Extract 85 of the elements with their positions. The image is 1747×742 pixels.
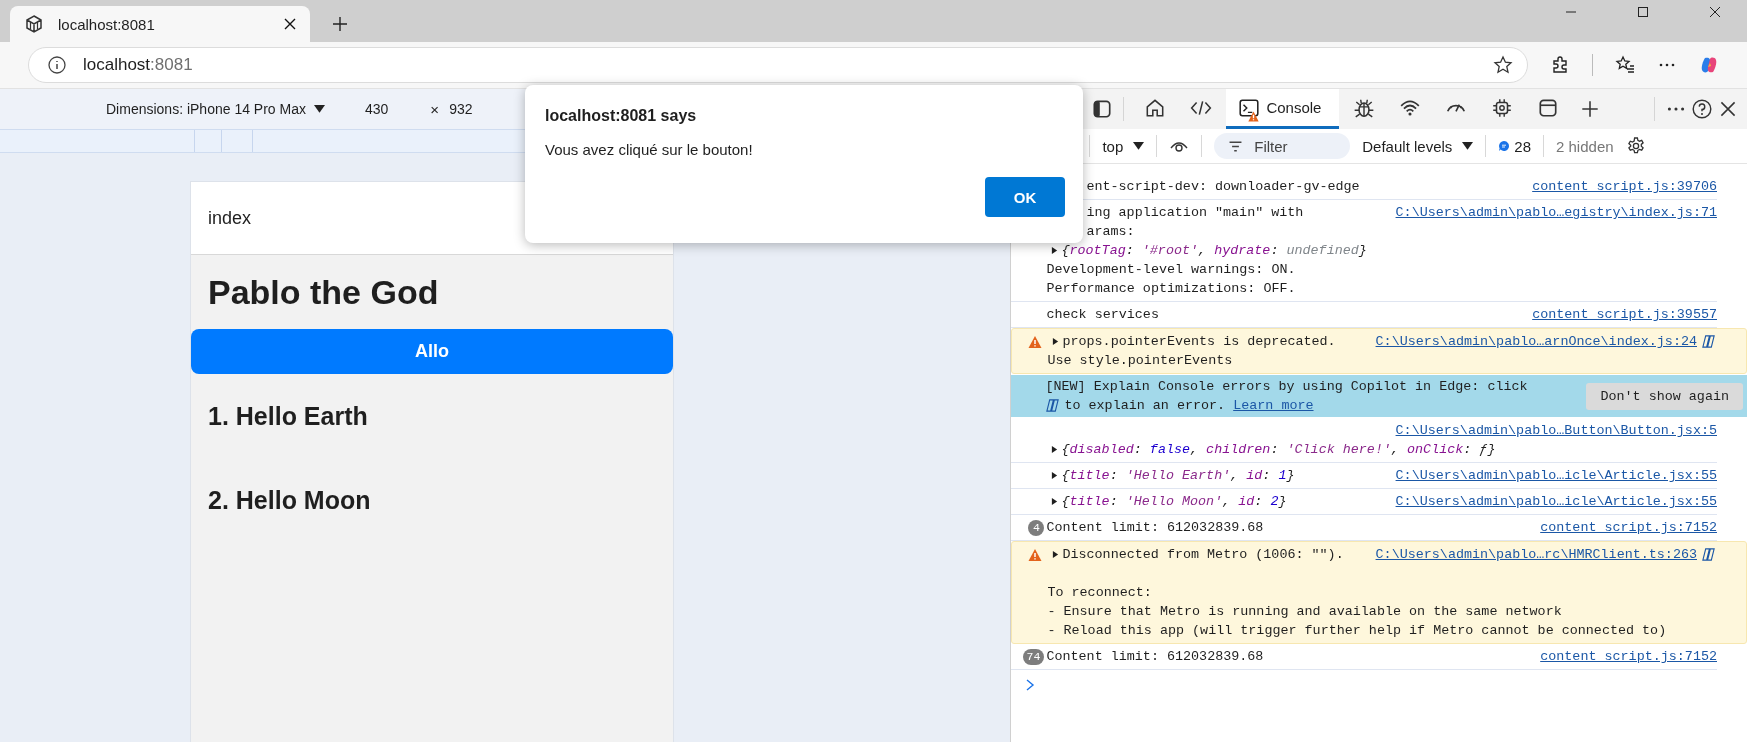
source-link[interactable]: C:\Users\admin\pablo…icle\Article.jsx:55 [1395, 492, 1717, 511]
page-heading: Pablo the God [207, 272, 440, 313]
source-link[interactable]: content_script.js:39557 [1532, 305, 1717, 324]
source-link[interactable]: C:\Users\admin\pablo…icle\Article.jsx:55 [1395, 466, 1717, 485]
console-tab[interactable]: Console [1226, 89, 1340, 129]
browser-tab[interactable]: localhost:8081 [10, 6, 310, 42]
source-link[interactable]: C:\Users\admin\pablo…arnOnce\index.js:24 [1375, 332, 1697, 351]
dialog-message: Vous avez cliqué sur le bouton! [545, 141, 754, 158]
times-sign: × [430, 100, 440, 118]
banner-text: [NEW] Explain Console errors by using Copilot in Edge: click [1045, 379, 1528, 394]
cube-icon [24, 14, 44, 34]
log-text: ing application "main" with [1086, 205, 1304, 220]
close-icon[interactable] [1709, 6, 1721, 18]
favorites-icon[interactable] [1615, 55, 1635, 75]
chip-icon [1491, 96, 1514, 119]
repeat-count: 74 [1022, 648, 1045, 665]
allo-button[interactable]: Allo [191, 329, 673, 374]
maximize-icon[interactable] [1637, 6, 1649, 18]
puzzle-icon[interactable] [1550, 55, 1570, 75]
source-link[interactable]: content_script.js:7152 [1540, 518, 1717, 537]
hidden-count: 2 hidden [1556, 137, 1614, 155]
star-icon[interactable] [1493, 55, 1513, 75]
levels-dropdown[interactable]: Default levels [1362, 137, 1474, 155]
close-icon[interactable] [284, 18, 296, 30]
header-title: index [208, 207, 252, 229]
article-title: 2. Hello Moon [207, 485, 372, 516]
ok-button[interactable]: OK [985, 177, 1065, 217]
source-link[interactable]: C:\Users\admin\pablo…rc\HMRClient.ts:263 [1375, 545, 1697, 564]
caret-icon [1462, 141, 1474, 151]
article-title: 1. Hello Earth [207, 401, 369, 432]
source-link[interactable]: C:\Users\admin\pablo…egistry\index.js:71 [1395, 203, 1717, 222]
log-text: Content limit: 612032839.68 [1046, 649, 1264, 664]
plus-icon[interactable] [332, 16, 348, 32]
log-text: Performance optimizations: OFF. [1046, 281, 1296, 296]
object-preview[interactable]: {title: 'Hello Earth', id: 1} [1061, 466, 1295, 485]
source-link[interactable]: content_script.js:7152 [1540, 647, 1717, 666]
log-text: props.pointerEvents is deprecated. [1062, 333, 1336, 351]
log-text: arams: [1086, 224, 1135, 239]
expand-icon[interactable] [1051, 445, 1059, 454]
sparkle-icon[interactable] [1701, 547, 1716, 562]
log-text: - Reload this app (will trigger further help if Metro cannot be connected to) [1047, 623, 1667, 638]
log-text: check services [1046, 307, 1159, 322]
caret-icon [314, 104, 325, 114]
log-text: Use style.pointerEvents [1047, 353, 1233, 368]
source-link[interactable]: C:\Users\admin\pablo…Button\Button.jsx:5 [1395, 421, 1717, 440]
message-count[interactable]: 28 [1498, 137, 1531, 155]
warning-icon [1028, 547, 1043, 562]
log-text: ent-script-dev: downloader-gv-edge [1086, 179, 1360, 194]
banner-text: to explain an error. Learn more [1064, 397, 1314, 415]
caret-icon [1133, 141, 1145, 151]
log-text: Disconnected from Metro (1006: ""). [1062, 546, 1344, 564]
log-text: Development-level warnings: ON. [1046, 262, 1296, 277]
info-icon[interactable] [47, 55, 67, 75]
learn-more-link[interactable]: Learn more [1233, 398, 1314, 413]
warning-icon [1028, 334, 1043, 349]
prompt-icon[interactable] [1025, 678, 1036, 692]
sidebar-icon[interactable] [1091, 98, 1114, 120]
window-icon [1537, 96, 1560, 119]
width-field[interactable]: 430 [365, 101, 389, 117]
expand-icon[interactable] [1052, 550, 1060, 559]
device-dropdown[interactable]: Dimensions: iPhone 14 Pro Max [106, 101, 325, 117]
object-preview[interactable]: {rootTag: '#root', hydrate: undefined} [1061, 241, 1367, 260]
sparkle-icon[interactable] [1701, 334, 1716, 349]
expand-icon[interactable] [1051, 471, 1059, 480]
object-preview[interactable]: {title: 'Hello Moon', id: 2} [1061, 492, 1287, 511]
message-icon [1498, 140, 1511, 152]
filter-field[interactable]: Filter [1214, 133, 1351, 159]
repeat-count: 4 [1028, 519, 1045, 536]
logo-icon[interactable] [1699, 55, 1719, 75]
expand-icon[interactable] [1052, 337, 1060, 346]
expand-icon[interactable] [1051, 246, 1059, 255]
object-preview[interactable]: {disabled: false, children: 'Click here!', onClick: ƒ} [1061, 440, 1496, 459]
expand-icon[interactable] [1051, 497, 1059, 506]
log-text: - Ensure that Metro is running and available on the same network [1047, 604, 1562, 619]
address-field[interactable]: localhost:8081 [28, 47, 1528, 83]
dialog-title: localhost:8081 says [545, 107, 698, 125]
source-link[interactable]: content_script.js:39706 [1532, 177, 1717, 196]
height-field[interactable]: 932 [449, 101, 473, 117]
help-icon[interactable] [1691, 98, 1713, 120]
log-text: Content limit: 612032839.68 [1046, 520, 1264, 535]
log-text: To reconnect: [1047, 585, 1152, 600]
sparkle-icon [1045, 398, 1061, 413]
context-dropdown[interactable]: top [1102, 137, 1145, 155]
dismiss-button[interactable]: Don't show again [1586, 382, 1743, 410]
settings-icon[interactable] [1625, 136, 1646, 156]
